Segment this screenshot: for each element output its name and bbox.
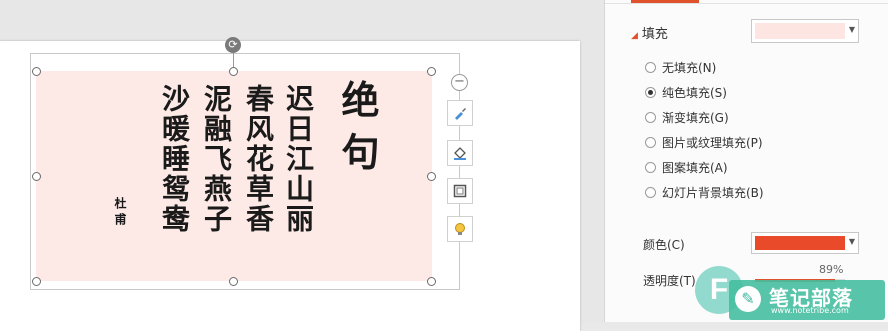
poem-line: 沙暖睡鸳鸯 bbox=[158, 84, 191, 234]
fill-header-label: 填充 bbox=[641, 27, 668, 42]
poem-author: 杜甫 bbox=[113, 197, 127, 229]
watermark-badge: ✎ 笔记部落 www.notetribe.com bbox=[729, 280, 885, 320]
fill-section-header[interactable]: ◢ 填充 bbox=[631, 23, 668, 42]
resize-handle[interactable] bbox=[32, 172, 41, 181]
color-dropdown[interactable]: ▼ bbox=[751, 232, 859, 254]
resize-handle[interactable] bbox=[427, 277, 436, 286]
panel-divider bbox=[605, 3, 888, 4]
radio-button[interactable] bbox=[645, 87, 656, 98]
brush-icon bbox=[455, 108, 466, 120]
fill-option-label: 图案填充(A) bbox=[662, 161, 728, 175]
fill-option-label: 图片或纹理填充(P) bbox=[662, 136, 763, 150]
fill-option-pattern[interactable]: 图案填充(A) bbox=[645, 159, 728, 176]
resize-handle[interactable] bbox=[32, 277, 41, 286]
fill-option-gradient[interactable]: 渐变填充(G) bbox=[645, 109, 729, 126]
poem-title: 绝句 bbox=[335, 80, 380, 184]
fill-color-swatch bbox=[755, 23, 845, 39]
poem-line: 迟日江山丽 bbox=[282, 84, 315, 234]
fill-option-slide-background[interactable]: 幻灯片背景填充(B) bbox=[645, 184, 764, 201]
transparency-value[interactable]: 89% bbox=[819, 263, 843, 276]
poem-line: 泥融飞燕子 bbox=[200, 84, 233, 234]
smart-suggestion-button[interactable] bbox=[447, 216, 473, 242]
radio-button[interactable] bbox=[645, 162, 656, 173]
fill-option-solid[interactable]: 纯色填充(S) bbox=[645, 84, 727, 101]
color-label: 颜色(C) bbox=[643, 238, 685, 252]
frame-icon bbox=[453, 184, 467, 198]
dropdown-arrow-icon: ▼ bbox=[848, 237, 855, 246]
fill-option-picture[interactable]: 图片或纹理填充(P) bbox=[645, 134, 763, 151]
fill-option-label: 纯色填充(S) bbox=[662, 86, 727, 100]
transparency-label: 透明度(T) bbox=[643, 274, 696, 288]
fill-bucket-icon bbox=[454, 147, 466, 160]
resize-handle[interactable] bbox=[427, 172, 436, 181]
shape-style-button[interactable] bbox=[447, 100, 473, 126]
radio-button[interactable] bbox=[645, 187, 656, 198]
watermark-url: www.notetribe.com bbox=[771, 306, 849, 315]
shape-fill-button[interactable] bbox=[447, 140, 473, 166]
radio-button[interactable] bbox=[645, 112, 656, 123]
resize-handle[interactable] bbox=[229, 277, 238, 286]
dropdown-arrow-icon: ▼ bbox=[848, 25, 855, 34]
radio-button[interactable] bbox=[645, 137, 656, 148]
rotate-handle-icon[interactable]: ⟳ bbox=[225, 37, 241, 53]
color-swatch bbox=[755, 236, 845, 250]
radio-button[interactable] bbox=[645, 62, 656, 73]
lightbulb-icon bbox=[455, 223, 465, 235]
slide-canvas[interactable]: ⟳ 绝句 迟日江山丽 春风花草香 泥融飞燕子 沙暖睡鸳鸯 杜甫 − bbox=[0, 0, 604, 331]
pen-icon: ✎ bbox=[735, 286, 761, 312]
resize-handle[interactable] bbox=[229, 67, 238, 76]
resize-handle[interactable] bbox=[32, 67, 41, 76]
fill-option-label: 幻灯片背景填充(B) bbox=[662, 186, 764, 200]
fill-option-label: 无填充(N) bbox=[662, 61, 717, 75]
resize-handle[interactable] bbox=[427, 67, 436, 76]
properties-panel: ◢ 填充 ▼ 无填充(N) 纯色填充(S) 渐变填充(G) 图片或纹理填充(P) … bbox=[604, 0, 888, 322]
shape-outline-button[interactable] bbox=[447, 178, 473, 204]
collapse-triangle-icon: ◢ bbox=[631, 31, 638, 41]
poem-line: 春风花草香 bbox=[242, 84, 275, 234]
collapse-toolbar-button[interactable]: − bbox=[451, 74, 468, 91]
fill-option-none[interactable]: 无填充(N) bbox=[645, 59, 716, 76]
fill-option-label: 渐变填充(G) bbox=[662, 111, 729, 125]
fill-color-dropdown[interactable]: ▼ bbox=[751, 19, 859, 43]
